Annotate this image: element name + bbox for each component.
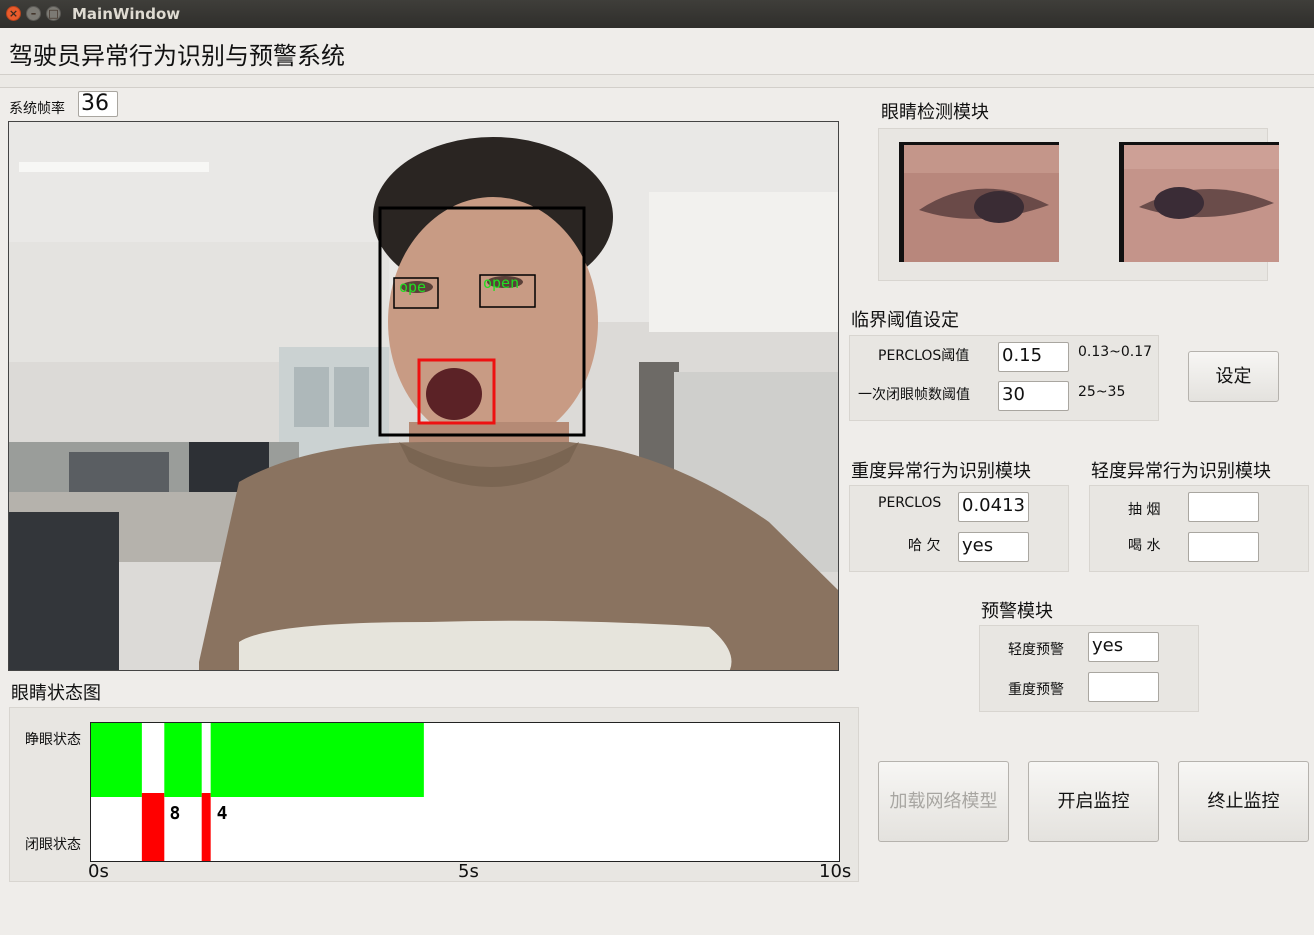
right-eye-image (1119, 142, 1279, 262)
open-segment-4 (210, 723, 424, 797)
mild-module-title: 轻度异常行为识别模块 (1091, 461, 1271, 482)
warning-module-title: 预警模块 (981, 601, 1053, 622)
eye-module-title: 眼睛检测模块 (881, 102, 989, 123)
chart-title: 眼睛状态图 (11, 683, 101, 704)
maximize-icon: □ (48, 7, 59, 20)
closed-segment-1 (141, 793, 165, 861)
severe-warning-label: 重度预警 (1008, 682, 1064, 698)
app-heading: 驾驶员异常行为识别与预警系统 (9, 42, 345, 70)
left-eye-image (899, 142, 1059, 262)
set-threshold-button[interactable]: 设定 (1188, 351, 1279, 402)
perclos-label: PERCLOS (878, 495, 942, 511)
drink-label: 喝 水 (1128, 538, 1161, 554)
closed-segment-3 (201, 793, 211, 861)
close-icon: × (8, 7, 19, 20)
window-close-button[interactable]: × (6, 6, 21, 21)
eye-module-group (878, 128, 1279, 281)
eye-tag-right: open (483, 274, 519, 292)
camera-video-frame: ope open (8, 121, 839, 671)
yawn-label: 哈 欠 (908, 538, 941, 554)
video-scene: ope open (9, 122, 838, 670)
yawn-value: yes (958, 532, 1029, 562)
stop-monitoring-button[interactable]: 终止监控 (1178, 761, 1309, 842)
open-segment-2 (164, 723, 202, 797)
heading-separator (0, 74, 1314, 88)
minimize-icon: – (30, 7, 37, 20)
closed-frames-annotation-0: 8 (170, 803, 181, 824)
window-maximize-button[interactable]: □ (46, 6, 61, 21)
perclos-value: 0.0413 (958, 492, 1029, 522)
perclos-threshold-input[interactable]: 0.15 (998, 342, 1069, 372)
perclos-threshold-range: 0.13~0.17 (1078, 344, 1153, 360)
left-eye-picture (904, 145, 1059, 262)
right-eye-picture (1124, 145, 1279, 262)
open-state-label: 睁眼状态 (25, 732, 81, 748)
eye-tag-left: ope (399, 278, 426, 296)
closed-state-label: 闭眼状态 (25, 837, 81, 853)
start-monitoring-button[interactable]: 开启监控 (1028, 761, 1159, 842)
window-title: MainWindow (72, 5, 181, 23)
x-tick-1: 5s (458, 861, 479, 882)
title-bar: × – □ MainWindow (0, 0, 1314, 28)
mild-warning-label: 轻度预警 (1008, 642, 1064, 658)
eye-state-chart: 睁眼状态 闭眼状态 84 0s 5s 10s (9, 707, 859, 882)
severe-module-title: 重度异常行为识别模块 (851, 461, 1031, 482)
drink-value (1188, 532, 1259, 562)
threshold-title: 临界阈值设定 (851, 310, 959, 331)
open-segment-0 (91, 723, 142, 797)
frames-threshold-label: 一次闭眼帧数阈值 (858, 387, 970, 403)
fps-label: 系统帧率 (9, 101, 65, 117)
load-model-button[interactable]: 加载网络模型 (878, 761, 1009, 842)
chart-svg: 84 (91, 723, 424, 861)
closed-frames-annotation-1: 4 (217, 803, 228, 824)
chart-plot-area: 84 (90, 722, 840, 862)
x-tick-2: 10s (819, 861, 852, 882)
frames-threshold-input[interactable]: 30 (998, 381, 1069, 411)
smoke-value (1188, 492, 1259, 522)
x-tick-0: 0s (88, 861, 109, 882)
perclos-threshold-label: PERCLOS阈值 (878, 348, 970, 364)
window-minimize-button[interactable]: – (26, 6, 41, 21)
severe-warning-value (1088, 672, 1159, 702)
frames-threshold-range: 25~35 (1078, 384, 1126, 400)
smoke-label: 抽 烟 (1128, 502, 1161, 518)
mild-warning-value: yes (1088, 632, 1159, 662)
fps-value: 36 (78, 91, 118, 117)
